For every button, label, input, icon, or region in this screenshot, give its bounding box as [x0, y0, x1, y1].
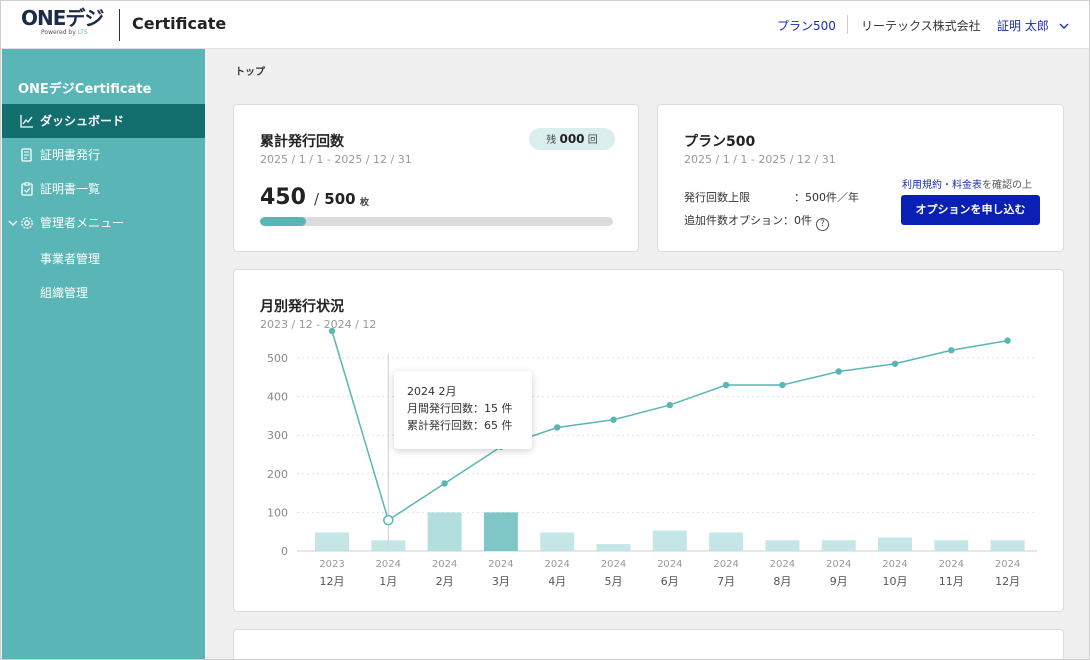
tooltip-monthly: 月間発行回数：15 件 [407, 402, 513, 415]
chart-bar [709, 532, 744, 551]
line-point [554, 424, 561, 431]
chart-bar [652, 530, 687, 551]
x-tick-year: 2024 [601, 559, 626, 570]
x-tick-year: 2023 [319, 559, 344, 570]
x-tick-month: 12月 [995, 575, 1020, 588]
line-point [835, 368, 842, 375]
chart-bar [821, 540, 856, 551]
line-point [948, 347, 955, 354]
chart-bar [596, 544, 631, 551]
x-tick-month: 9月 [830, 575, 848, 588]
app-window: ONEデジ Powered by LTS Certificate プラン500 … [0, 0, 1090, 660]
y-tick-label: 300 [267, 429, 288, 442]
line-point [610, 416, 617, 423]
monthly-issuance-chart: 0 100 200 300 400 500 2023 12月 2024 1月 2024 2月 2024 3… [267, 327, 1037, 588]
x-tick-year: 2024 [713, 559, 738, 570]
x-tick-month: 1月 [379, 575, 397, 588]
line-point [441, 480, 448, 487]
y-tick-label: 200 [267, 468, 288, 481]
x-tick-month: 5月 [605, 575, 623, 588]
tooltip-cumulative: 累計発行回数：65 件 [407, 419, 513, 432]
next-card [233, 629, 1064, 659]
x-tick-month: 11月 [939, 575, 964, 588]
x-tick-year: 2024 [826, 559, 851, 570]
y-tick-label: 0 [281, 545, 288, 558]
x-tick-month: 4月 [548, 575, 566, 588]
y-tick-label: 500 [267, 352, 288, 365]
line-point-hovered [383, 514, 394, 526]
chart-bar [483, 512, 518, 551]
chart-bar [427, 512, 462, 551]
x-tick-year: 2024 [995, 559, 1020, 570]
chart-tooltip: 2024 2月 月間発行回数：15 件 累計発行回数：65 件 [394, 371, 532, 449]
x-tick-month: 3月 [492, 575, 510, 588]
chart-bar [371, 540, 406, 551]
x-tick-month: 10月 [883, 575, 908, 588]
chart-bar [878, 537, 912, 551]
line-point [328, 327, 336, 335]
line-point [1004, 337, 1011, 344]
chart-bar [990, 540, 1025, 551]
x-tick-month: 12月 [320, 575, 345, 588]
x-tick-year: 2024 [770, 559, 795, 570]
line-point [779, 381, 786, 389]
x-tick-year: 2024 [882, 559, 907, 570]
x-tick-month: 7月 [717, 575, 735, 588]
x-tick-year: 2024 [488, 559, 513, 570]
x-tick-year: 2024 [544, 559, 569, 570]
x-tick-year: 2024 [376, 559, 401, 570]
x-tick-month: 6月 [661, 575, 679, 588]
x-tick-month: 2月 [436, 575, 454, 588]
chart-bar [540, 532, 575, 551]
chart-bar [765, 540, 800, 551]
y-tick-label: 400 [267, 391, 288, 404]
tooltip-title: 2024 2月 [407, 385, 457, 398]
x-tick-year: 2024 [657, 559, 682, 570]
y-tick-label: 100 [267, 506, 288, 519]
line-point [722, 381, 730, 389]
chart-bar [934, 540, 969, 551]
x-tick-month: 8月 [773, 575, 791, 588]
line-point [891, 360, 899, 367]
chart-bar [315, 532, 349, 551]
x-tick-year: 2024 [432, 559, 457, 570]
line-point [666, 401, 673, 409]
x-tick-year: 2024 [939, 559, 964, 570]
